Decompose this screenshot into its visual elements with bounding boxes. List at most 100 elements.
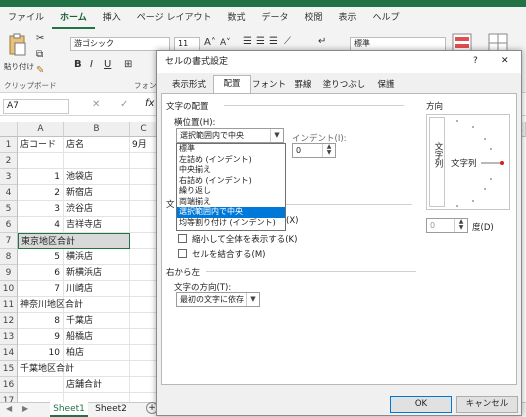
cell-a[interactable] — [18, 377, 64, 393]
close-icon[interactable]: ✕ — [501, 56, 509, 66]
cell-a[interactable]: 8 — [18, 313, 64, 329]
paste-button[interactable] — [6, 33, 28, 59]
sheet-tab-1[interactable]: Sheet1 — [50, 402, 88, 417]
vertical-text-toggle[interactable]: 文字列 — [429, 117, 445, 207]
option-distributed-indent[interactable]: 均等割り付け (インデント) — [177, 218, 285, 229]
tab-fill[interactable]: 塗りつぶし — [319, 77, 369, 93]
cell-b[interactable]: 池袋店 — [64, 169, 130, 185]
enter-formula-icon[interactable]: ✓ — [120, 99, 128, 110]
font-size-combo[interactable]: 11 — [174, 37, 200, 51]
cell-c[interactable] — [130, 361, 158, 377]
cell-c[interactable] — [130, 153, 158, 169]
bold-button[interactable]: B — [74, 59, 82, 70]
option-left-indent[interactable]: 左詰め (インデント) — [177, 155, 285, 166]
chevron-down-icon[interactable]: ▼ — [246, 293, 259, 306]
col-header-c[interactable]: C — [130, 122, 158, 137]
sheet-tab-2[interactable]: Sheet2 — [92, 402, 130, 417]
copy-icon[interactable]: ⧉ — [36, 49, 43, 60]
cell-c[interactable] — [130, 297, 158, 313]
cut-icon[interactable]: ✂ — [36, 33, 44, 44]
number-format-combo[interactable]: 標準 — [350, 37, 446, 51]
shrink-font-icon[interactable]: A˅ — [220, 38, 231, 48]
cell-b[interactable]: 柏店 — [64, 345, 130, 361]
option-fill[interactable]: 繰り返し — [177, 186, 285, 197]
cell-b[interactable]: 川崎店 — [64, 281, 130, 297]
cell-c[interactable] — [130, 249, 158, 265]
font-name-combo[interactable]: 游ゴシック — [70, 37, 170, 51]
select-all-corner[interactable] — [0, 122, 18, 137]
tab-page-layout[interactable]: ページ レイアウト — [129, 7, 220, 29]
align-top-icon[interactable]: ☰ — [243, 36, 252, 47]
cancel-formula-icon[interactable]: ✕ — [92, 99, 100, 110]
cell-c[interactable] — [130, 217, 158, 233]
row-header[interactable]: 16 — [0, 377, 18, 393]
cell-b[interactable]: 新横浜店 — [64, 265, 130, 281]
cell-c[interactable] — [130, 329, 158, 345]
sheet-next-icon[interactable]: ▶ — [22, 404, 28, 413]
tab-protection[interactable]: 保護 — [371, 77, 401, 93]
border-icon[interactable]: ⊞ — [124, 59, 132, 70]
spinner-arrows-icon[interactable]: ▲ ▼ — [322, 144, 335, 157]
cell-b[interactable]: 横浜店 — [64, 249, 130, 265]
tab-file[interactable]: ファイル — [0, 7, 52, 29]
tab-alignment[interactable]: 配置 — [213, 75, 251, 95]
cell-a[interactable]: 千葉地区合計 — [18, 361, 74, 377]
cell-a[interactable]: 7 — [18, 281, 64, 297]
name-box[interactable]: A7 — [3, 99, 69, 114]
cell-c[interactable] — [130, 169, 158, 185]
row-header[interactable]: 6 — [0, 217, 18, 233]
row-header[interactable]: 12 — [0, 313, 18, 329]
row-header[interactable]: 9 — [0, 265, 18, 281]
cell-b[interactable]: 吉祥寺店 — [64, 217, 130, 233]
grow-font-icon[interactable]: A˄ — [204, 37, 216, 48]
spinner-arrows-icon[interactable]: ▲ ▼ — [454, 219, 467, 232]
cell-b[interactable] — [64, 297, 130, 313]
cell-c[interactable]: 9月 — [130, 137, 158, 153]
orientation-icon[interactable]: ⟋ — [284, 36, 291, 47]
cell-b[interactable]: 店舗合計 — [64, 377, 130, 393]
wrap-text-icon[interactable]: ↵ — [318, 36, 326, 47]
indent-spinner[interactable]: 0 ▲ ▼ — [292, 143, 336, 158]
horizontal-align-dropdown[interactable]: 選択範囲内で中央 ▼ — [176, 128, 284, 143]
cell-b[interactable]: 千葉店 — [64, 313, 130, 329]
row-header[interactable]: 5 — [0, 201, 18, 217]
cell-a[interactable]: 5 — [18, 249, 64, 265]
tab-review[interactable]: 校閲 — [296, 7, 330, 29]
merge-cells-checkbox[interactable] — [178, 249, 187, 258]
row-header[interactable]: 1 — [0, 137, 18, 153]
underline-button[interactable]: U — [104, 59, 111, 70]
cell-c[interactable] — [130, 185, 158, 201]
row-header[interactable]: 7 — [0, 233, 18, 249]
tab-help[interactable]: ヘルプ — [365, 7, 408, 29]
option-center[interactable]: 中央揃え — [177, 165, 285, 176]
option-justify[interactable]: 両端揃え — [177, 197, 285, 208]
cancel-button[interactable]: キャンセル — [456, 396, 518, 413]
row-header[interactable]: 3 — [0, 169, 18, 185]
cell-c[interactable] — [130, 265, 158, 281]
cell-a[interactable]: 店コード — [18, 137, 64, 153]
row-header[interactable]: 2 — [0, 153, 18, 169]
cell-a[interactable]: 1 — [18, 169, 64, 185]
tab-insert[interactable]: 挿入 — [95, 7, 129, 29]
row-header[interactable]: 4 — [0, 185, 18, 201]
cell-b[interactable]: 店名 — [64, 137, 130, 153]
fx-icon[interactable]: fx — [145, 98, 154, 109]
cell-a[interactable]: 神奈川地区合計 — [18, 297, 83, 313]
cell-c[interactable] — [130, 201, 158, 217]
tab-home[interactable]: ホーム — [52, 7, 95, 29]
row-header[interactable]: 10 — [0, 281, 18, 297]
cell-a[interactable]: 9 — [18, 329, 64, 345]
ok-button[interactable]: OK — [390, 396, 452, 413]
cell-a[interactable]: 3 — [18, 201, 64, 217]
cell-c[interactable] — [130, 377, 158, 393]
tab-border[interactable]: 罫線 — [289, 77, 317, 93]
tab-view[interactable]: 表示 — [331, 7, 365, 29]
cell-c[interactable] — [130, 233, 158, 249]
shrink-to-fit-checkbox[interactable] — [178, 234, 187, 243]
option-center-across-selection[interactable]: 選択範囲内で中央 — [177, 207, 285, 218]
help-button[interactable]: ? — [473, 56, 478, 66]
chevron-down-icon[interactable]: ▼ — [270, 129, 283, 142]
cell-a[interactable] — [18, 153, 64, 169]
text-direction-dropdown[interactable]: 最初の文字に依存 ▼ — [176, 292, 260, 307]
cell-b[interactable]: 船橋店 — [64, 329, 130, 345]
